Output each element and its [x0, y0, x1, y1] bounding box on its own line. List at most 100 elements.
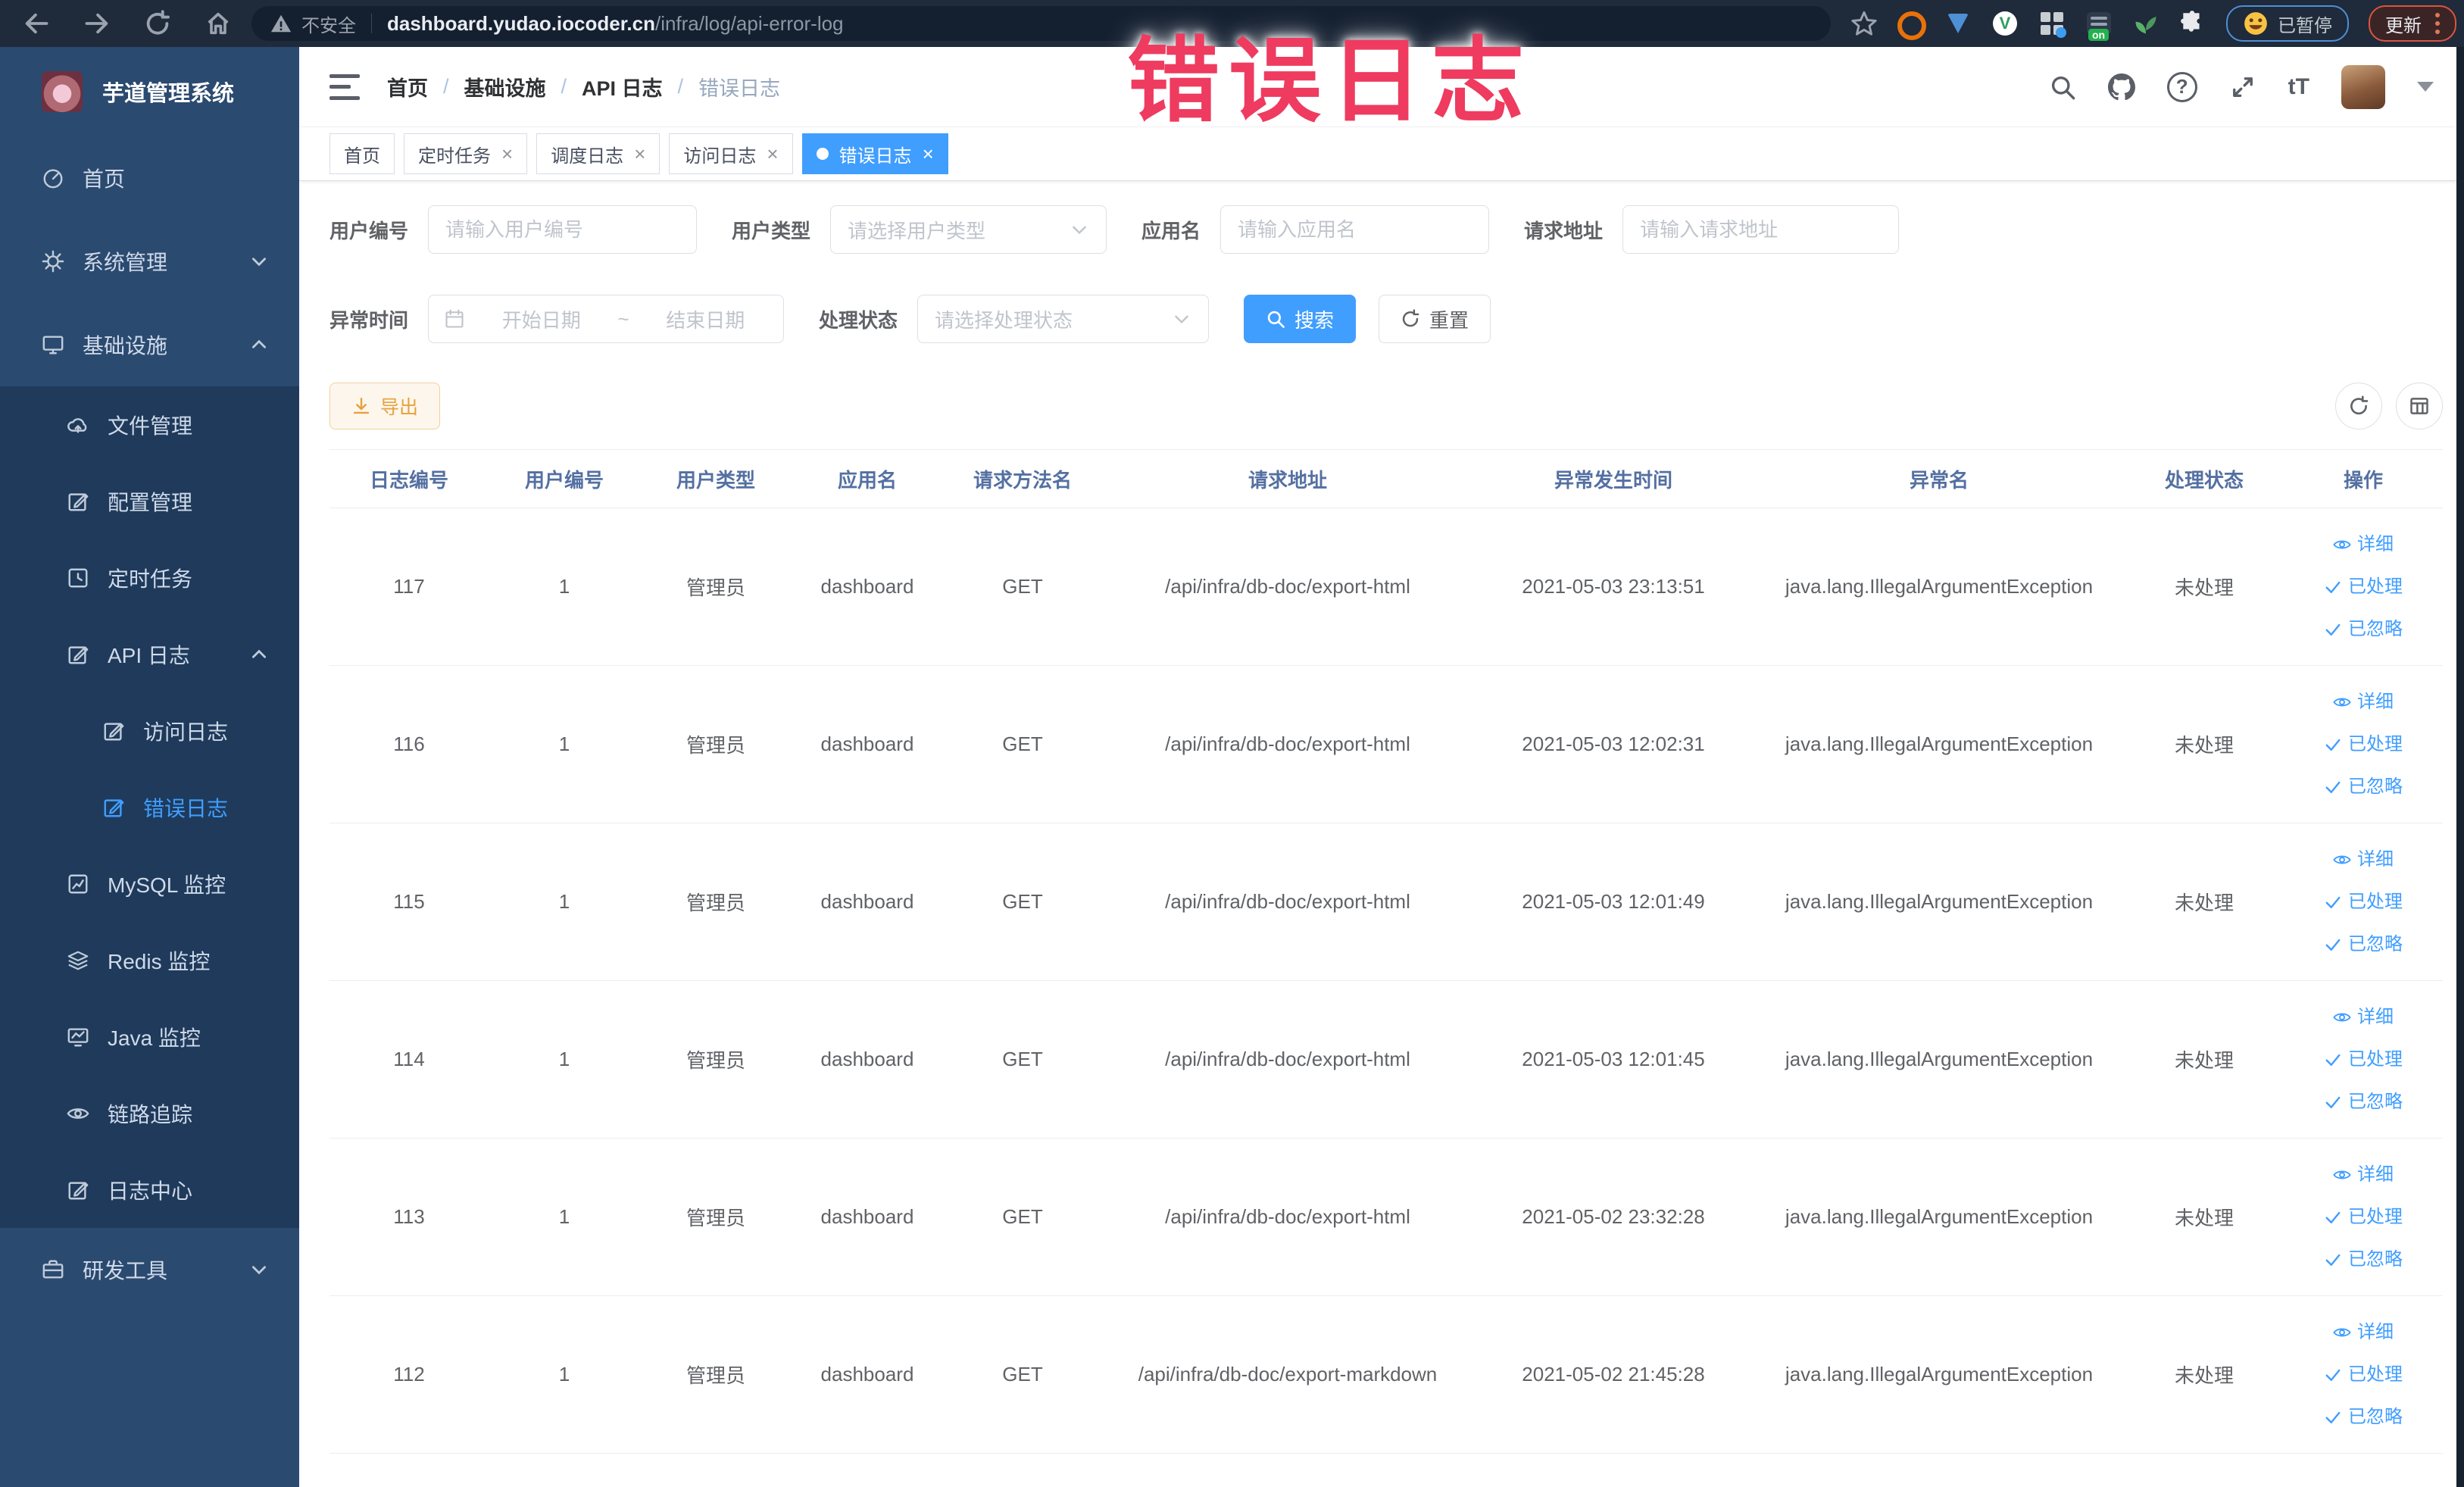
sidebar-item-api-log[interactable]: API 日志 [0, 616, 299, 692]
search-icon[interactable] [2049, 73, 2076, 101]
mark-processed-link[interactable]: 已处理 [2324, 885, 2403, 920]
sidebar-item-access-log[interactable]: 访问日志 [0, 692, 299, 769]
app-name-input[interactable] [1220, 205, 1490, 254]
extension-adblock-icon[interactable] [1897, 10, 1926, 40]
address-bar[interactable]: 不安全 dashboard.yudao.iocoder.cn/infra/log… [251, 6, 1831, 41]
browser-update-pill[interactable]: 更新 [2369, 5, 2456, 42]
close-tab-icon[interactable]: × [767, 144, 778, 164]
extension-shield-icon[interactable] [1944, 10, 1972, 37]
sidebar-item-tracer[interactable]: 链路追踪 [0, 1075, 299, 1151]
extension-plant-icon[interactable] [2132, 10, 2160, 37]
sidebar-item-label: 链路追踪 [108, 1102, 193, 1126]
tab-schedule-log[interactable]: 调度日志 × [536, 133, 661, 174]
close-tab-icon[interactable]: × [634, 144, 645, 164]
tab-home[interactable]: 首页 [329, 133, 395, 174]
breadcrumb-item[interactable]: 基础设施 [464, 72, 546, 102]
mark-processed-link[interactable]: 已处理 [2324, 1042, 2403, 1077]
close-tab-icon[interactable]: × [501, 144, 513, 164]
close-tab-icon[interactable]: × [923, 144, 934, 164]
detail-link[interactable]: 详细 [2333, 527, 2394, 562]
chevron-down-icon [1073, 226, 1086, 235]
cell-actions: 详细 已处理 已忽略 [2284, 980, 2443, 1139]
sidebar-collapse-icon[interactable] [329, 73, 360, 100]
detail-link[interactable]: 详细 [2333, 1000, 2394, 1035]
refresh-table-button[interactable] [2335, 383, 2382, 430]
page-url[interactable]: dashboard.yudao.iocoder.cn/infra/log/api… [387, 12, 844, 36]
forward-icon[interactable] [83, 10, 111, 37]
breadcrumb-item[interactable]: 首页 [387, 72, 428, 102]
sidebar-item-error-log[interactable]: 错误日志 [0, 769, 299, 845]
sidebar-item-redis-monitor[interactable]: Redis 监控 [0, 922, 299, 998]
detail-link[interactable]: 详细 [2333, 1157, 2394, 1192]
app-logo-row[interactable]: 芋道管理系统 [0, 47, 299, 136]
extension-switch-icon[interactable]: on [2085, 10, 2113, 41]
column-settings-button[interactable] [2396, 383, 2443, 430]
reload-icon[interactable] [144, 10, 171, 37]
sidebar-item-label: Redis 监控 [108, 949, 211, 973]
end-date-placeholder[interactable]: 结束日期 [643, 305, 768, 333]
mark-ignored-link[interactable]: 已忽略 [2324, 612, 2403, 647]
mark-ignored-link[interactable]: 已忽略 [2324, 1085, 2403, 1120]
cell-exception-time: 2021-05-03 12:02:31 [1473, 665, 1754, 823]
paused-extension-pill[interactable]: 已暂停 [2226, 5, 2349, 42]
detail-link[interactable]: 详细 [2333, 685, 2394, 720]
browser-menu-icon[interactable] [2435, 13, 2440, 34]
mark-ignored-link[interactable]: 已忽略 [2324, 927, 2403, 962]
mark-processed-link[interactable]: 已处理 [2324, 570, 2403, 604]
reset-button[interactable]: 重置 [1379, 295, 1491, 343]
sidebar-item-log-center[interactable]: 日志中心 [0, 1151, 299, 1228]
sidebar-item-java-monitor[interactable]: Java 监控 [0, 998, 299, 1075]
back-icon[interactable] [23, 10, 50, 37]
github-icon[interactable] [2107, 73, 2135, 101]
sidebar-item-infra[interactable]: 基础设施 [0, 303, 299, 386]
process-status-select[interactable]: 请选择处理状态 [917, 295, 1210, 343]
detail-link[interactable]: 详细 [2333, 1315, 2394, 1350]
sidebar-item-dev-tools[interactable]: 研发工具 [0, 1228, 299, 1311]
cell-exception-name: java.lang.IllegalArgumentException [1754, 665, 2125, 823]
user-id-input[interactable] [428, 205, 698, 254]
request-url-input[interactable] [1622, 205, 1900, 254]
export-button[interactable]: 导出 [329, 383, 441, 430]
bookmark-star-icon[interactable] [1850, 10, 1878, 37]
sidebar-item-system[interactable]: 系统管理 [0, 220, 299, 303]
sidebar-item-file-manage[interactable]: 文件管理 [0, 386, 299, 463]
sidebar-item-mysql-monitor[interactable]: MySQL 监控 [0, 845, 299, 922]
tab-access-log[interactable]: 访问日志 × [669, 133, 793, 174]
mark-processed-link[interactable]: 已处理 [2324, 727, 2403, 762]
detail-link[interactable]: 详细 [2333, 842, 2394, 877]
scrollbar-gutter[interactable] [2456, 47, 2464, 1487]
fullscreen-icon[interactable] [2229, 73, 2256, 101]
text-size-icon[interactable]: tT [2288, 74, 2309, 100]
help-icon[interactable]: ? [2166, 71, 2197, 102]
cell-exception-time: 2021-05-03 12:01:45 [1473, 980, 1754, 1139]
security-label[interactable]: 不安全 [301, 11, 356, 37]
date-range-picker[interactable]: 开始日期 ~ 结束日期 [428, 295, 785, 343]
mark-ignored-link[interactable]: 已忽略 [2324, 1242, 2403, 1277]
cell-user-id: 1 [489, 1138, 640, 1296]
tab-error-log[interactable]: 错误日志 × [801, 133, 948, 174]
not-secure-warning-icon [270, 14, 292, 33]
mark-ignored-link[interactable]: 已忽略 [2324, 1400, 2403, 1435]
sidebar-item-scheduled-job[interactable]: 定时任务 [0, 539, 299, 616]
avatar[interactable] [2341, 64, 2385, 109]
breadcrumb-item[interactable]: API 日志 [582, 72, 663, 102]
extension-tampermonkey-icon[interactable] [2038, 10, 2066, 38]
home-icon[interactable] [205, 10, 232, 37]
eye-icon [2333, 1013, 2351, 1021]
search-button[interactable]: 搜索 [1244, 295, 1357, 343]
mark-ignored-link[interactable]: 已忽略 [2324, 770, 2403, 804]
sidebar-item-config-manage[interactable]: 配置管理 [0, 463, 299, 539]
check-icon [2325, 623, 2341, 636]
extensions-puzzle-icon[interactable] [2179, 10, 2206, 37]
sidebar-item-label: 首页 [83, 167, 126, 191]
user-type-select[interactable]: 请选择用户类型 [830, 205, 1107, 254]
extension-vue-devtools-icon[interactable]: V [1991, 10, 2019, 37]
sidebar-item-label: 研发工具 [83, 1259, 168, 1282]
avatar-caret-icon[interactable] [2417, 82, 2434, 92]
cell-actions: 详细 已处理 已忽略 [2284, 665, 2443, 823]
mark-processed-link[interactable]: 已处理 [2324, 1200, 2403, 1235]
start-date-placeholder[interactable]: 开始日期 [479, 305, 604, 333]
mark-processed-link[interactable]: 已处理 [2324, 1357, 2403, 1392]
sidebar-item-home[interactable]: 首页 [0, 136, 299, 220]
tab-scheduled-job[interactable]: 定时任务 × [404, 133, 528, 174]
